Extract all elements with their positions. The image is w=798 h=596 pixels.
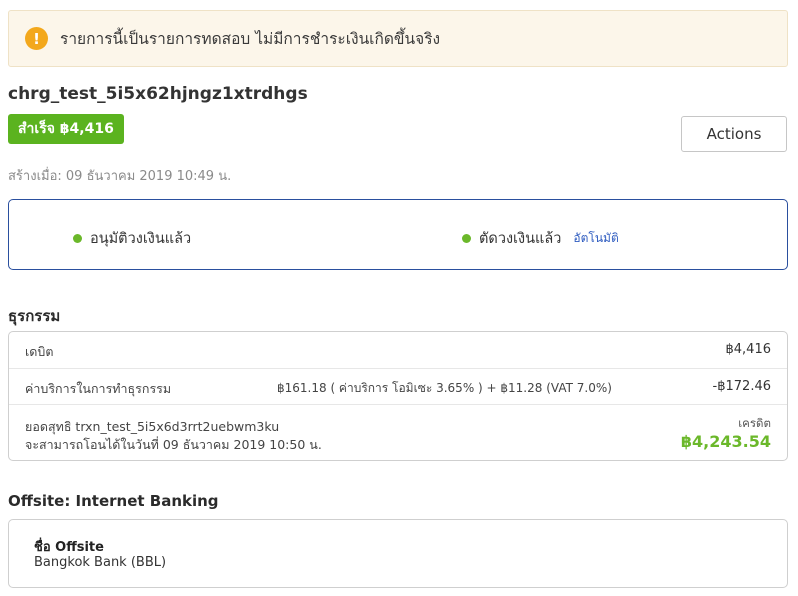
credit-amount: ฿4,243.54 [680, 432, 771, 451]
table-row: ยอดสุทธิ trxn_test_5i5x6d3rrt2uebwm3ku จ… [9, 404, 787, 461]
debit-amount: ฿4,416 [725, 342, 772, 357]
banner-text: รายการนี้เป็นรายการทดสอบ ไม่มีการชำระเงิ… [60, 30, 441, 48]
debit-label: เดบิต [25, 344, 54, 359]
captured-label: ตัดวงเงินแล้ว [479, 231, 562, 247]
transactions-title: ธุรกรรม [8, 307, 61, 325]
charge-id: chrg_test_5i5x62hjngz1xtrdhgs [8, 84, 308, 104]
status-dot-icon [462, 234, 471, 243]
created-timestamp: สร้างเมื่อ: 09 ธันวาคม 2019 10:49 น. [8, 169, 232, 184]
offsite-name-value: Bangkok Bank (BBL) [34, 555, 167, 570]
table-row: ค่าบริการในการทำธุรกรรม ฿161.18 ( ค่าบริ… [9, 368, 787, 404]
fee-label: ค่าบริการในการทำธุรกรรม [25, 381, 172, 396]
offsite-title: Offsite: Internet Banking [8, 492, 219, 510]
auto-capture-link[interactable]: อัตโนมัติ [573, 229, 618, 248]
status-dot-icon [73, 234, 82, 243]
credit-label: เครดิต [738, 416, 771, 430]
offsite-name-label: ชื่อ Offsite [34, 540, 104, 555]
test-mode-banner: ! รายการนี้เป็นรายการทดสอบ ไม่มีการชำระเ… [8, 10, 788, 67]
fee-detail: ฿161.18 ( ค่าบริการ โอมิเซะ 3.65% ) + ฿1… [277, 381, 612, 395]
net-transfer-date: จะสามารถโอนได้ในวันที่ 09 ธันวาคม 2019 1… [25, 437, 322, 452]
offsite-card: ชื่อ Offsite Bangkok Bank (BBL) [8, 519, 788, 588]
fee-amount: -฿172.46 [712, 379, 771, 394]
table-row: เดบิต ฿4,416 [9, 332, 787, 368]
status-step-authorized: อนุมัติวงเงินแล้ว [73, 227, 191, 250]
actions-button[interactable]: Actions [681, 116, 787, 152]
transactions-card: เดบิต ฿4,416 ค่าบริการในการทำธุรกรรม ฿16… [8, 331, 788, 461]
status-badge: สำเร็จ ฿4,416 [8, 114, 124, 144]
charge-status-card: อนุมัติวงเงินแล้ว ตัดวงเงินแล้ว อัตโนมัต… [8, 199, 788, 270]
authorized-label: อนุมัติวงเงินแล้ว [90, 231, 192, 247]
net-label: ยอดสุทธิ trxn_test_5i5x6d3rrt2uebwm3ku [25, 419, 280, 434]
status-step-captured: ตัดวงเงินแล้ว อัตโนมัติ [462, 227, 619, 250]
exclamation-icon: ! [25, 27, 48, 50]
